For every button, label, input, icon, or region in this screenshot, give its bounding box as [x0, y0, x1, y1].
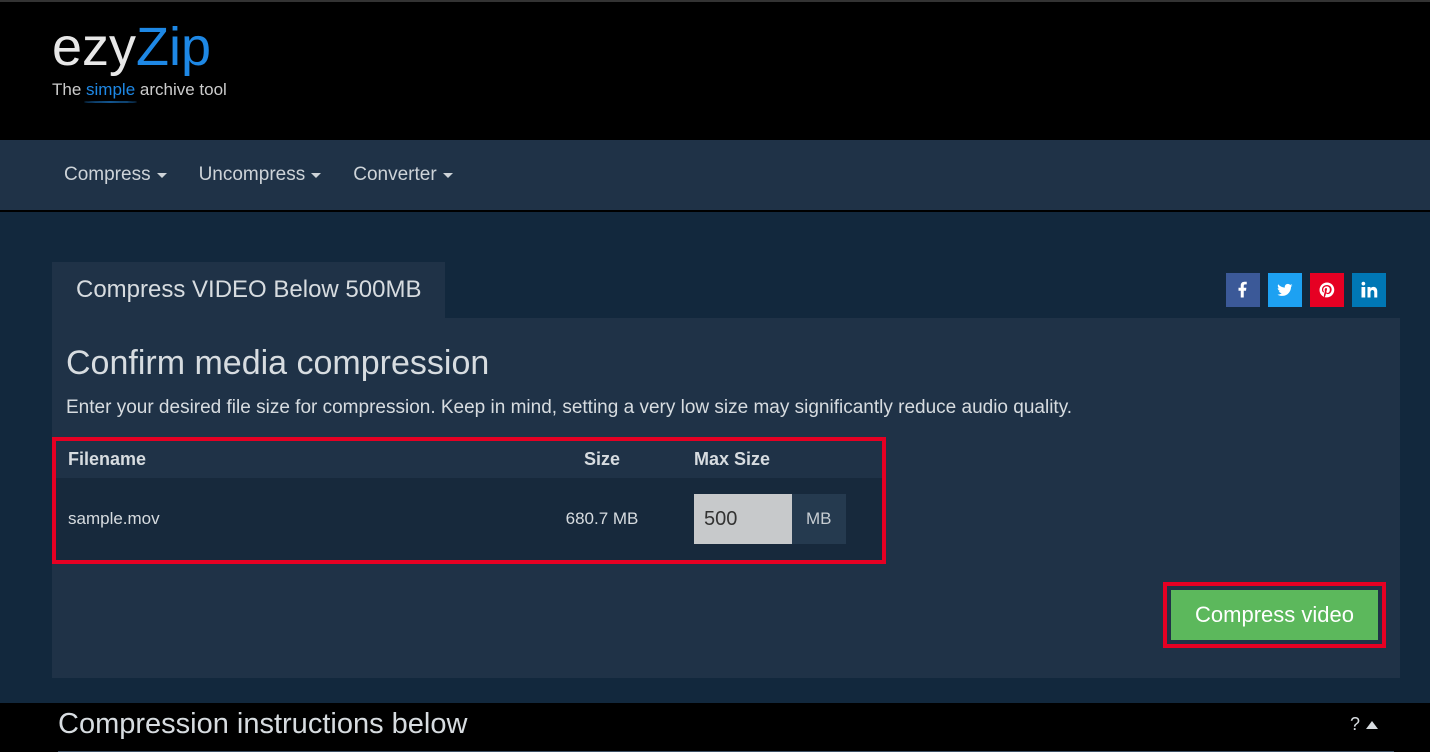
- tagline-post: archive tool: [135, 80, 227, 99]
- cell-size: 680.7 MB: [522, 478, 682, 560]
- instructions-header: Compression instructions below ?: [52, 678, 1400, 741]
- th-maxsize: Max Size: [682, 441, 882, 478]
- compress-video-button[interactable]: Compress video: [1171, 590, 1378, 640]
- nav-compress-label: Compress: [64, 164, 151, 186]
- content-area: Compress VIDEO Below 500MB Confirm me: [0, 210, 1430, 703]
- main-navbar: Compress Uncompress Converter: [0, 140, 1430, 210]
- help-toggle[interactable]: ?: [1350, 714, 1378, 735]
- logo[interactable]: ezyZip The simple archive tool: [52, 20, 1430, 100]
- cell-filename: sample.mov: [56, 478, 522, 560]
- table-row: sample.mov 680.7 MB MB: [56, 478, 882, 560]
- facebook-icon: [1234, 281, 1252, 299]
- th-filename: Filename: [56, 441, 522, 478]
- tab-label: Compress VIDEO Below 500MB: [76, 276, 421, 303]
- pinterest-icon: [1318, 281, 1336, 299]
- linkedin-share-button[interactable]: [1352, 273, 1386, 307]
- logo-part1: ezy: [52, 17, 136, 77]
- caret-up-icon: [1366, 721, 1378, 729]
- caret-down-icon: [311, 173, 321, 178]
- pinterest-share-button[interactable]: [1310, 273, 1344, 307]
- file-table-highlight: Filename Size Max Size sample.mov 680.7 …: [52, 437, 886, 564]
- panel-heading: Confirm media compression: [66, 344, 1386, 383]
- logo-tagline: The simple archive tool: [52, 80, 1430, 100]
- twitter-share-button[interactable]: [1268, 273, 1302, 307]
- main-panel: Confirm media compression Enter your des…: [52, 318, 1400, 678]
- nav-uncompress[interactable]: Uncompress: [187, 156, 334, 194]
- help-icon: ?: [1350, 714, 1360, 735]
- instructions-title: Compression instructions below: [58, 708, 467, 741]
- cell-maxsize: MB: [682, 478, 882, 560]
- nav-uncompress-label: Uncompress: [199, 164, 306, 186]
- maxsize-input[interactable]: [694, 494, 792, 544]
- social-buttons: [1226, 273, 1386, 307]
- facebook-share-button[interactable]: [1226, 273, 1260, 307]
- tab-row: Compress VIDEO Below 500MB: [52, 262, 1400, 318]
- compress-button-highlight: Compress video: [1163, 582, 1386, 648]
- active-tab[interactable]: Compress VIDEO Below 500MB: [52, 262, 445, 318]
- nav-converter-label: Converter: [353, 164, 436, 186]
- logo-part2: Zip: [136, 17, 211, 77]
- tagline-pre: The: [52, 80, 86, 99]
- caret-down-icon: [157, 173, 167, 178]
- twitter-icon: [1276, 281, 1294, 299]
- th-size: Size: [522, 441, 682, 478]
- caret-down-icon: [443, 173, 453, 178]
- unit-label: MB: [792, 494, 846, 544]
- nav-compress[interactable]: Compress: [52, 156, 179, 194]
- panel-subtext: Enter your desired file size for compres…: [66, 397, 1386, 419]
- file-table: Filename Size Max Size sample.mov 680.7 …: [56, 441, 882, 560]
- button-row: Compress video: [52, 582, 1400, 648]
- nav-converter[interactable]: Converter: [341, 156, 464, 194]
- header-bar: ezyZip The simple archive tool: [0, 0, 1430, 140]
- linkedin-icon: [1360, 281, 1378, 299]
- logo-text: ezyZip: [52, 20, 1430, 74]
- tagline-simple: simple: [86, 80, 135, 99]
